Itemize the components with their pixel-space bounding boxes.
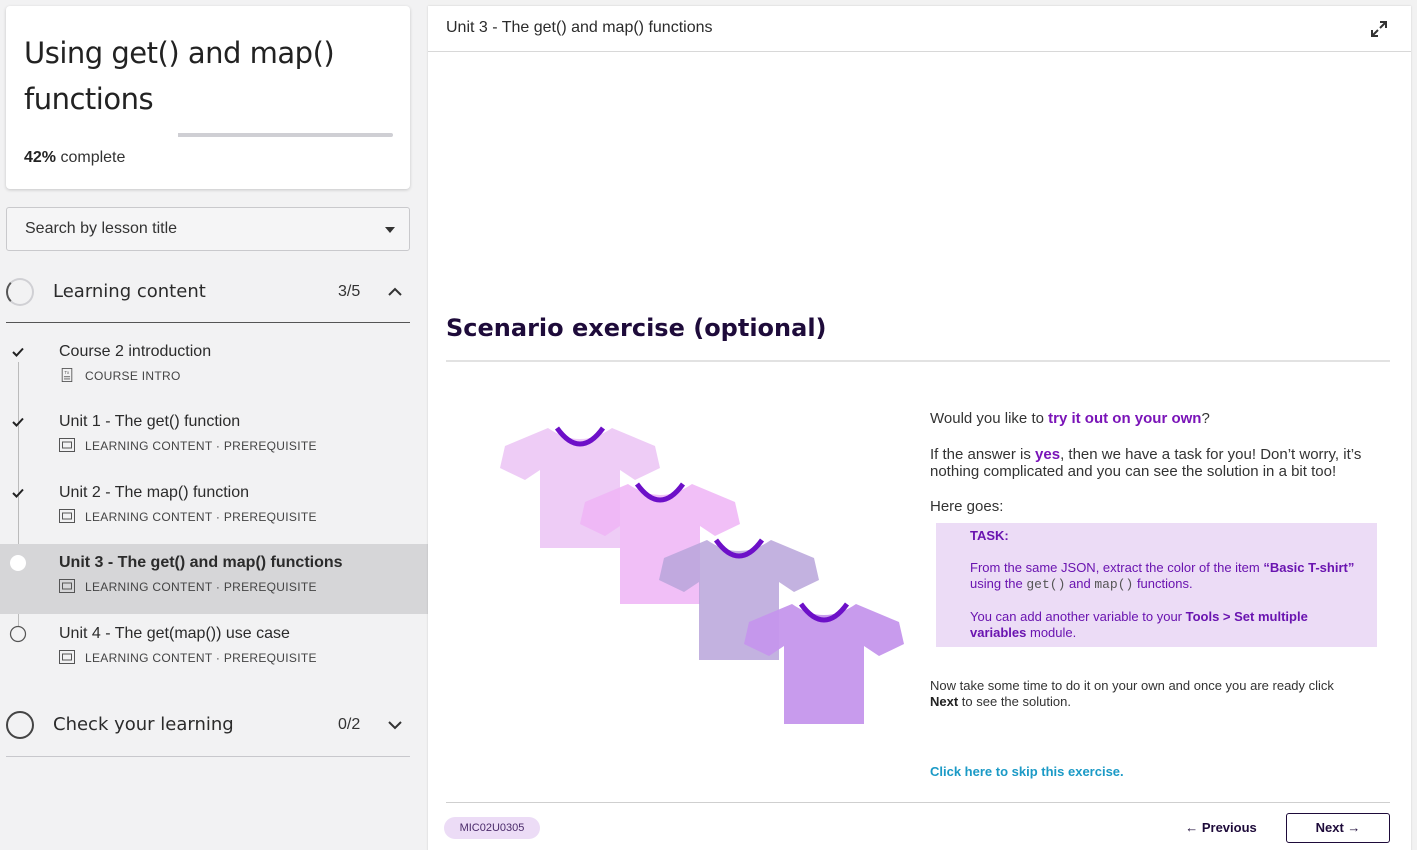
lesson-item-unit-4[interactable]: Unit 4 - The get(map()) use case LEARNIN… bbox=[0, 615, 428, 685]
closing-text: Now take some time to do it on your own … bbox=[930, 678, 1360, 710]
divider bbox=[446, 802, 1390, 803]
lesson-meta: LEARNING CONTENT · PREREQUISITE bbox=[85, 651, 317, 665]
lesson-item-course-intro[interactable]: Course 2 introduction Tx COURSE INTRO bbox=[0, 333, 428, 403]
divider bbox=[446, 360, 1390, 362]
lesson-item-unit-1[interactable]: Unit 1 - The get() function LEARNING CON… bbox=[0, 403, 428, 473]
tshirt-4-icon bbox=[744, 602, 904, 724]
here-goes-text: Here goes: bbox=[930, 498, 1004, 515]
progress-text: 42% complete bbox=[24, 149, 125, 167]
task-item-name: “Basic T-shirt” bbox=[1263, 560, 1355, 575]
answer-prefix: If the answer is bbox=[930, 446, 1036, 463]
progress-suffix: complete bbox=[56, 149, 126, 166]
svg-text:Tx: Tx bbox=[64, 370, 70, 375]
closing-bold: Next bbox=[930, 694, 959, 709]
caret-down-icon bbox=[385, 227, 395, 233]
task-code-get: get() bbox=[1026, 577, 1066, 592]
checkmark-icon bbox=[12, 488, 24, 498]
closing-prefix: Now take some time to do it on your own … bbox=[930, 678, 1334, 693]
slides-icon bbox=[59, 650, 75, 664]
section-count: 3/5 bbox=[338, 283, 361, 300]
section-title: Learning content bbox=[53, 281, 206, 302]
lesson-title: Unit 1 - The get() function bbox=[59, 413, 241, 430]
lesson-title: Unit 4 - The get(map()) use case bbox=[59, 625, 290, 642]
task-line-2-suffix: module. bbox=[1026, 625, 1077, 640]
slides-icon bbox=[59, 438, 75, 452]
lesson-item-unit-3[interactable]: Unit 3 - The get() and map() functions L… bbox=[0, 544, 428, 614]
section-title: Check your learning bbox=[53, 714, 234, 735]
section-learning-content[interactable]: Learning content 3/5 bbox=[6, 265, 410, 319]
lesson-meta: COURSE INTRO bbox=[85, 369, 181, 383]
current-lesson-dot-icon bbox=[10, 555, 26, 571]
next-button[interactable]: Next → bbox=[1286, 813, 1390, 843]
lesson-header: Unit 3 - The get() and map() functions bbox=[428, 6, 1411, 52]
task-code-map: map() bbox=[1094, 577, 1134, 592]
question-text: Would you like to try it out on your own… bbox=[930, 410, 1380, 428]
chevron-down-icon bbox=[388, 721, 402, 730]
question-suffix: ? bbox=[1201, 410, 1210, 427]
lesson-title: Unit 2 - The map() function bbox=[59, 484, 250, 501]
lesson-search-placeholder: Search by lesson title bbox=[25, 220, 178, 237]
section-progress-ring-icon bbox=[6, 278, 34, 306]
checkmark-icon bbox=[12, 417, 24, 427]
course-card: Using get() and map() functions 42% comp… bbox=[6, 6, 410, 189]
lesson-item-unit-2[interactable]: Unit 2 - The map() function LEARNING CON… bbox=[0, 474, 428, 544]
closing-suffix: to see the solution. bbox=[958, 694, 1071, 709]
lesson-search-select[interactable]: Search by lesson title bbox=[6, 207, 410, 251]
document-icon: Tx bbox=[61, 368, 73, 382]
task-line-1-prefix: From the same JSON, extract the color of… bbox=[970, 560, 1264, 575]
exercise-text: Would you like to try it out on your own… bbox=[930, 410, 1380, 515]
checkmark-icon bbox=[12, 347, 24, 357]
task-and-word: and bbox=[1065, 576, 1095, 591]
task-label: TASK: bbox=[970, 528, 1009, 543]
lesson-panel: Unit 3 - The get() and map() functions S… bbox=[428, 6, 1411, 850]
question-prefix: Would you like to bbox=[930, 410, 1049, 427]
tshirts-illustration bbox=[500, 426, 904, 724]
slides-icon bbox=[59, 509, 75, 523]
progress-bar bbox=[178, 133, 393, 137]
lesson-code-badge: MIC02U0305 bbox=[444, 817, 540, 839]
slides-icon bbox=[59, 579, 75, 593]
answer-accent: yes bbox=[1035, 446, 1061, 463]
task-line-1-suffix: functions. bbox=[1133, 576, 1193, 591]
lesson-meta: LEARNING CONTENT · PREREQUISITE bbox=[85, 580, 317, 594]
answer-text: If the answer is yes, then we have a tas… bbox=[930, 446, 1380, 480]
skip-exercise-link[interactable]: Click here to skip this exercise. bbox=[930, 764, 1124, 779]
scenario-title: Scenario exercise (optional) bbox=[446, 314, 827, 342]
incomplete-circle-icon bbox=[9, 625, 27, 643]
divider bbox=[6, 756, 410, 757]
divider bbox=[6, 322, 410, 323]
task-line-1: From the same JSON, extract the color of… bbox=[970, 560, 1363, 593]
lesson-title: Unit 3 - The get() and map() functions bbox=[59, 554, 343, 571]
task-box: TASK: From the same JSON, extract the co… bbox=[936, 523, 1377, 647]
task-line-2-prefix: You can add another variable to your bbox=[970, 609, 1186, 624]
task-line-2: You can add another variable to your Too… bbox=[970, 609, 1363, 641]
chevron-up-icon bbox=[388, 287, 402, 296]
sidebar: Using get() and map() functions 42% comp… bbox=[0, 0, 428, 850]
lesson-meta: LEARNING CONTENT · PREREQUISITE bbox=[85, 510, 317, 524]
task-line-1-mid: using the bbox=[970, 576, 1027, 591]
previous-button[interactable]: ← Previous bbox=[1176, 814, 1266, 842]
question-accent: try it out on your own bbox=[1048, 410, 1202, 427]
lesson-title: Course 2 introduction bbox=[59, 343, 212, 360]
section-progress-ring-icon bbox=[6, 711, 34, 739]
lesson-meta: LEARNING CONTENT · PREREQUISITE bbox=[85, 439, 317, 453]
progress-percent: 42% bbox=[24, 149, 57, 166]
progress-bar-fill bbox=[178, 133, 269, 137]
lesson-header-title: Unit 3 - The get() and map() functions bbox=[446, 19, 713, 36]
section-check-your-learning[interactable]: Check your learning 0/2 bbox=[6, 698, 410, 752]
section-count: 0/2 bbox=[338, 716, 361, 733]
course-title: Using get() and map() functions bbox=[24, 36, 335, 116]
expand-icon[interactable] bbox=[1369, 19, 1389, 39]
